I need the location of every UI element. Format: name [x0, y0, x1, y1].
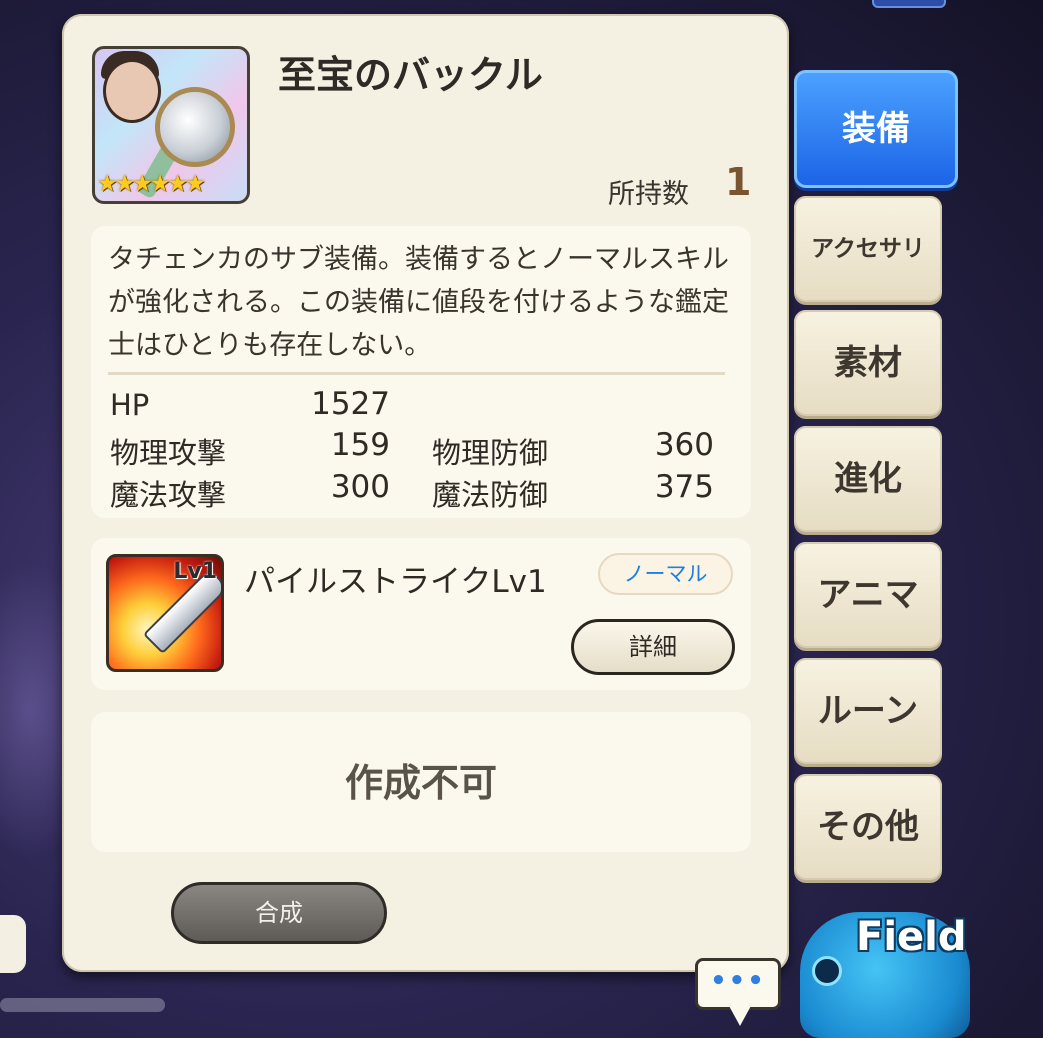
tab-other[interactable]: その他 [794, 774, 942, 880]
stat-value-mag-def: 375 [654, 469, 714, 505]
craft-status-text: 作成不可 [344, 761, 497, 805]
tab-rune[interactable]: ルーン [794, 658, 942, 764]
buckle-orb [155, 87, 235, 167]
chat-bubble-icon[interactable]: ••• [695, 958, 781, 1010]
tab-accessory[interactable]: アクセサリ [794, 196, 942, 302]
stat-label-phys-def: 物理防御 [432, 436, 549, 470]
owned-label: 所持数 [608, 179, 689, 210]
item-description: タチェンカのサブ装備。装備するとノーマルスキルが強化される。この装備に値段を付け… [108, 244, 729, 361]
field-button-label[interactable]: Field [856, 914, 967, 960]
buckle-item-icon: ★★★★★★ [92, 46, 250, 204]
skill-type-tag: ノーマル [598, 553, 733, 595]
skill-name: パイルストライクLv1 [244, 564, 547, 600]
stat-label-mag-def: 魔法防御 [432, 478, 549, 512]
stat-value-phys-atk: 159 [330, 427, 390, 463]
left-edge-button[interactable] [0, 915, 26, 973]
owned-count: 1 [725, 160, 752, 204]
stat-value-phys-def: 360 [654, 427, 714, 463]
stat-value-mag-atk: 300 [330, 469, 390, 505]
chat-bubble-tail [728, 1004, 752, 1026]
tab-anima[interactable]: アニマ [794, 542, 942, 648]
mascot-eye [812, 956, 842, 986]
skill-detail-button[interactable]: 詳細 [571, 619, 735, 675]
top-edge-tab[interactable] [872, 0, 946, 8]
progress-bar [0, 998, 165, 1012]
divider [108, 372, 725, 375]
skill-level-badge: Lv1 [173, 559, 217, 584]
character-face [103, 59, 161, 123]
combine-button[interactable]: 合成 [171, 882, 387, 944]
stat-label-mag-atk: 魔法攻撃 [110, 478, 227, 512]
rarity-stars: ★★★★★★ [97, 171, 206, 197]
skill-pile-strike-icon[interactable]: Lv1 [106, 554, 224, 672]
item-name: 至宝のバックル [278, 53, 543, 97]
tab-materials[interactable]: 素材 [794, 310, 942, 416]
stat-label-phys-atk: 物理攻撃 [110, 436, 227, 470]
stat-value-hp: 1527 [311, 386, 390, 422]
tab-evolution[interactable]: 進化 [794, 426, 942, 532]
stat-label-hp: HP [110, 388, 150, 422]
tab-equipment[interactable]: 装備 [794, 70, 958, 188]
